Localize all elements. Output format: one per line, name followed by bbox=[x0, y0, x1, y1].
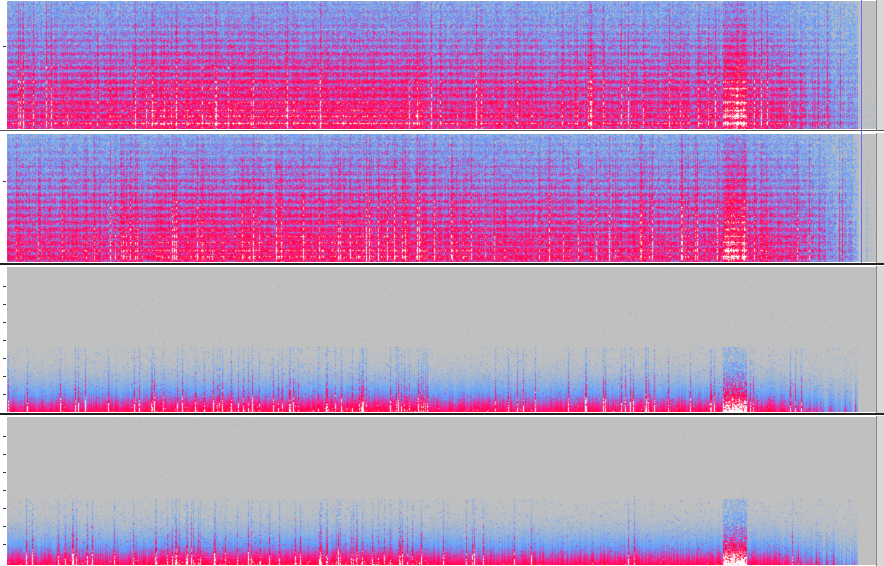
spectrogram-track-2[interactable] bbox=[0, 133, 884, 263]
spectrogram-plot-1[interactable] bbox=[7, 1, 877, 129]
frequency-ruler-4 bbox=[0, 416, 7, 566]
track-endcap-3 bbox=[876, 266, 884, 413]
spectrogram-plot-2[interactable] bbox=[7, 134, 877, 262]
spectrogram-window bbox=[0, 0, 884, 566]
playhead-cursor[interactable] bbox=[861, 0, 862, 263]
track-endcap-4 bbox=[876, 416, 884, 566]
spectrogram-track-4[interactable] bbox=[0, 416, 884, 566]
frequency-ruler-1 bbox=[0, 0, 7, 130]
spectrogram-track-3[interactable] bbox=[0, 266, 884, 413]
frequency-ruler-2 bbox=[0, 133, 7, 263]
track-divider-1[interactable] bbox=[0, 130, 884, 131]
frequency-ruler-3 bbox=[0, 266, 7, 413]
spectrogram-plot-4[interactable] bbox=[7, 417, 877, 565]
track-divider-3[interactable] bbox=[0, 413, 884, 415]
spectrogram-plot-3[interactable] bbox=[7, 267, 877, 412]
track-endcap-1 bbox=[876, 0, 884, 130]
track-endcap-2 bbox=[876, 133, 884, 263]
spectrogram-track-1[interactable] bbox=[0, 0, 884, 130]
track-divider-2[interactable] bbox=[0, 263, 884, 265]
